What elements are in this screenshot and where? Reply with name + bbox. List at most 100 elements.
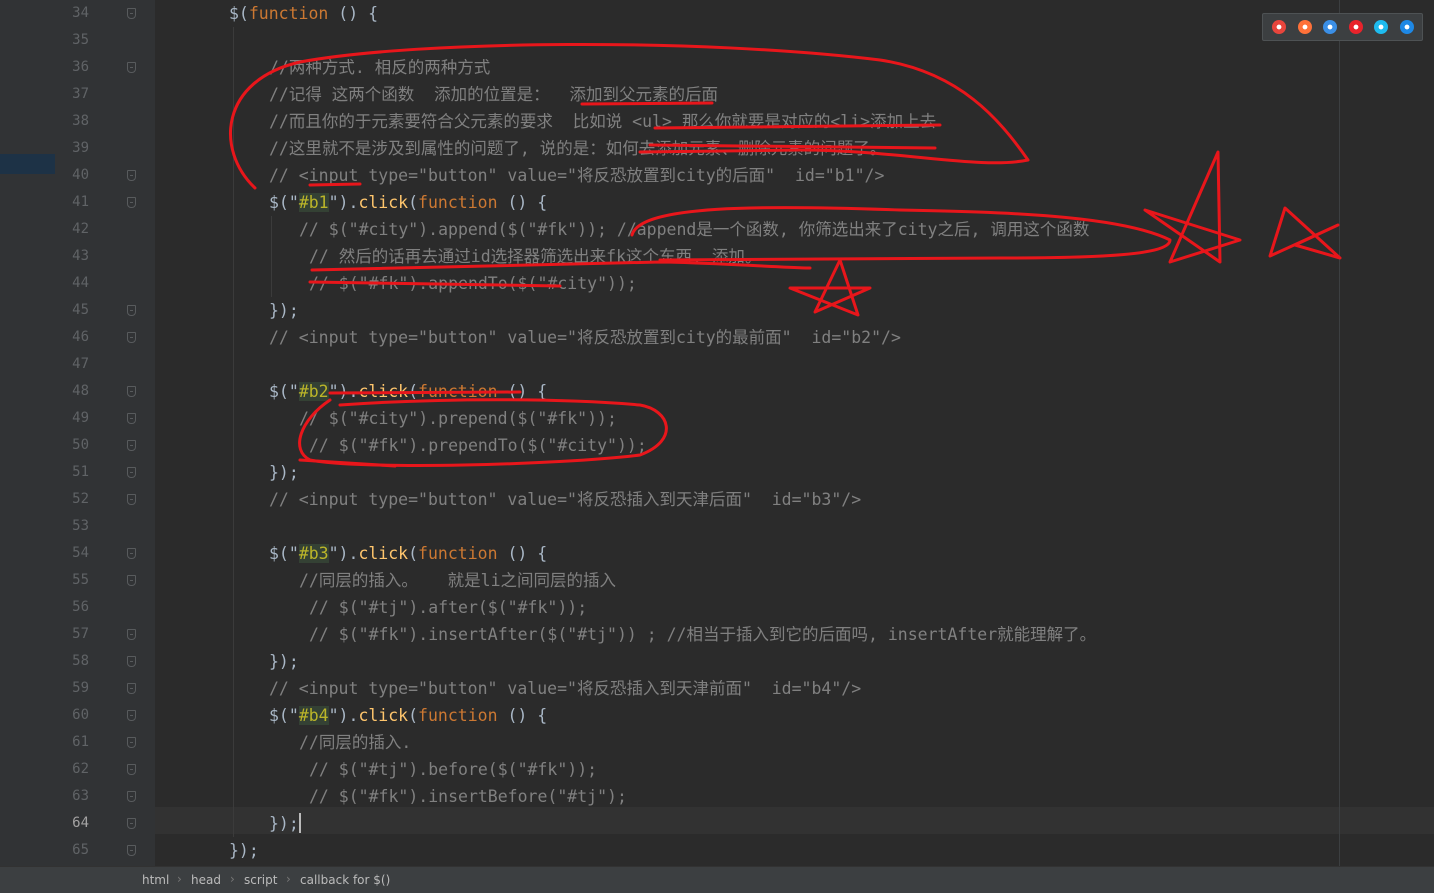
- line-number: 44: [72, 275, 89, 291]
- firefox-icon[interactable]: [1297, 20, 1312, 34]
- fold-marker-icon[interactable]: [127, 440, 136, 451]
- line-number: 52: [72, 491, 89, 507]
- text-caret: [298, 813, 301, 833]
- fold-marker-icon[interactable]: [127, 8, 136, 19]
- fold-marker-icon[interactable]: [127, 467, 136, 478]
- line-number: 64: [72, 815, 89, 831]
- line-number: 59: [72, 680, 89, 696]
- fold-marker-icon[interactable]: [127, 764, 136, 775]
- indent-guide: [271, 216, 272, 297]
- fold-marker-icon[interactable]: [127, 683, 136, 694]
- safari-icon[interactable]: [1323, 20, 1337, 34]
- ie-icon[interactable]: [1374, 20, 1388, 34]
- line-number: 40: [72, 167, 89, 183]
- fold-marker-icon[interactable]: [127, 629, 136, 640]
- fold-marker-icon[interactable]: [127, 548, 136, 559]
- line-number: 46: [72, 329, 89, 345]
- chrome-icon[interactable]: [1272, 20, 1286, 34]
- code-line-51: });: [269, 463, 299, 482]
- opera-icon[interactable]: [1348, 20, 1363, 34]
- code-line-56: // $("#tj").after($("#fk"));: [309, 598, 588, 617]
- breadcrumb-separator-icon: ›: [230, 872, 235, 886]
- fold-marker-icon[interactable]: [127, 197, 136, 208]
- line-number: 63: [72, 788, 89, 804]
- code-line-50: // $("#fk").prependTo($("#city"));: [309, 436, 647, 455]
- fold-marker-icon[interactable]: [127, 62, 136, 73]
- code-line-45: });: [269, 301, 299, 320]
- code-line-41: $("#b1").click(function () {: [269, 193, 548, 212]
- line-number: 53: [72, 518, 89, 534]
- code-line-63: // $("#fk").insertBefore("#tj");: [309, 787, 627, 806]
- line-number: 55: [72, 572, 89, 588]
- code-line-40: // <input type="button" value="将反恐放置到cit…: [269, 166, 885, 185]
- code-line-60: $("#b4").click(function () {: [269, 706, 548, 725]
- line-number: 45: [72, 302, 89, 318]
- line-number: 43: [72, 248, 89, 264]
- code-line-62: // $("#tj").before($("#fk"));: [309, 760, 598, 779]
- fold-marker-icon[interactable]: [127, 845, 136, 856]
- line-number: 51: [72, 464, 89, 480]
- line-number: 42: [72, 221, 89, 237]
- breadcrumb-head[interactable]: head: [191, 873, 221, 887]
- fold-marker-icon[interactable]: [127, 791, 136, 802]
- line-number: 50: [72, 437, 89, 453]
- project-tool-strip: [0, 0, 55, 866]
- code-line-65: });: [229, 841, 259, 860]
- line-number: 34: [72, 5, 89, 21]
- code-line-38: //而且你的于元素要符合父元素的要求 比如说 <ul> 那么你就要是对应的<li…: [269, 112, 937, 131]
- code-line-52: // <input type="button" value="将反恐插入到天津后…: [269, 490, 862, 509]
- breadcrumb-callback[interactable]: callback for $(): [300, 873, 390, 887]
- line-number: 48: [72, 383, 89, 399]
- code-line-39: //这里就不是涉及到属性的问题了, 说的是：如何去添加元素、删除元素的问题了。: [269, 139, 887, 158]
- browser-preview-bar: [1262, 13, 1423, 41]
- fold-marker-icon[interactable]: [127, 170, 136, 181]
- right-margin-guide: [1339, 0, 1340, 866]
- line-number: 60: [72, 707, 89, 723]
- code-line-42: // $("#city").append($("#fk")); //append…: [299, 220, 1090, 239]
- code-line-58: });: [269, 652, 299, 671]
- code-line-34: $(function () {: [229, 4, 379, 23]
- code-line-54: $("#b3").click(function () {: [269, 544, 548, 563]
- line-number: 39: [72, 140, 89, 156]
- code-line-59: // <input type="button" value="将反恐插入到天津前…: [269, 679, 862, 698]
- code-line-44: // $("#fk").appendTo($("#city"));: [309, 274, 637, 293]
- line-number: 37: [72, 86, 89, 102]
- line-number: 56: [72, 599, 89, 615]
- line-number: 36: [72, 59, 89, 75]
- line-number: 62: [72, 761, 89, 777]
- line-number: 41: [72, 194, 89, 210]
- current-line-highlight: [155, 807, 1434, 834]
- code-line-55: //同层的插入。 就是li之间同层的插入: [299, 571, 617, 590]
- line-number: 38: [72, 113, 89, 129]
- code-line-64: });: [269, 813, 301, 833]
- fold-marker-icon[interactable]: [127, 575, 136, 586]
- line-number: 47: [72, 356, 89, 372]
- fold-marker-icon[interactable]: [127, 818, 136, 829]
- breadcrumb-script[interactable]: script: [244, 873, 277, 887]
- fold-marker-icon[interactable]: [127, 710, 136, 721]
- current-line-marker: [0, 154, 55, 174]
- fold-marker-icon[interactable]: [127, 305, 136, 316]
- line-number: 49: [72, 410, 89, 426]
- fold-marker-icon[interactable]: [127, 494, 136, 505]
- fold-marker-icon[interactable]: [127, 413, 136, 424]
- fold-marker-icon[interactable]: [127, 386, 136, 397]
- line-number: 54: [72, 545, 89, 561]
- fold-marker-icon[interactable]: [127, 737, 136, 748]
- line-number: 61: [72, 734, 89, 750]
- edge-icon[interactable]: [1399, 20, 1414, 34]
- status-bar: html › head › script › callback for $(): [0, 866, 1434, 893]
- code-line-43: // 然后的话再去通过id选择器筛选出来fk这个东西, 添加。: [309, 247, 762, 266]
- fold-marker-icon[interactable]: [127, 332, 136, 343]
- code-line-61: //同层的插入.: [299, 733, 412, 752]
- code-line-48: $("#b2").click(function () {: [269, 382, 548, 401]
- code-editor[interactable]: $(function () { //两种方式. 相反的两种方式 //记得 这两个…: [155, 0, 1434, 866]
- fold-marker-icon[interactable]: [127, 656, 136, 667]
- code-line-49: // $("#city").prepend($("#fk"));: [299, 409, 617, 428]
- line-number: 57: [72, 626, 89, 642]
- breadcrumb-separator-icon: ›: [286, 872, 291, 886]
- code-line-37: //记得 这两个函数 添加的位置是： 添加到父元素的后面: [269, 85, 719, 104]
- breadcrumb-html[interactable]: html: [142, 873, 169, 887]
- code-line-57: // $("#fk").insertAfter($("#tj")) ; //相当…: [309, 625, 1097, 644]
- code-line-36: //两种方式. 相反的两种方式: [269, 58, 491, 77]
